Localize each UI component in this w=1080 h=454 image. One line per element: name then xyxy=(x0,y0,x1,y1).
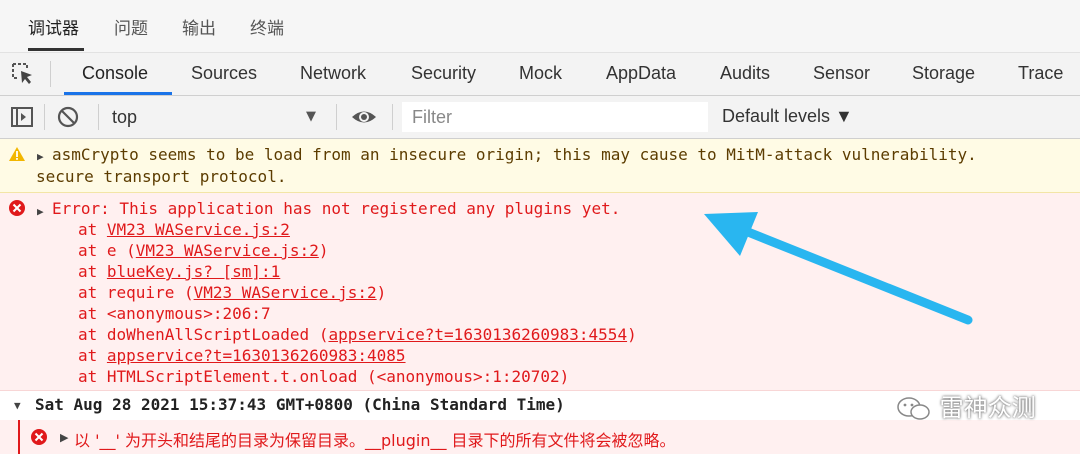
watermark-logo: 雷神众测 xyxy=(896,388,1036,423)
stack-frame-link[interactable]: appservice?t=1630136260983:4085 xyxy=(107,346,406,365)
filter-input[interactable] xyxy=(402,102,708,132)
devtools-panel-tabs: Console Sources Network Security Mock Ap… xyxy=(0,53,1080,96)
tab-debugger[interactable]: 调试器 xyxy=(28,14,79,39)
group-error-text: 以 '__' 为开头和结尾的目录为保留目录。__plugin__ 目录下的所有文… xyxy=(74,431,676,450)
clear-console-icon[interactable] xyxy=(56,105,80,129)
stack-frame: at HTMLScriptElement.t.onload (<anonymou… xyxy=(78,367,570,386)
eye-icon[interactable] xyxy=(350,105,378,129)
stack-frame: at <anonymous>:206:7 xyxy=(78,304,271,323)
stack-frame-link[interactable]: appservice?t=1630136260983:4554 xyxy=(328,325,627,344)
log-levels-dropdown[interactable]: Default levels ▼ xyxy=(722,106,853,127)
warning-text: asmCrypto seems to be load from an insec… xyxy=(52,145,977,164)
watermark-text: 雷神众测 xyxy=(939,394,1036,422)
stack-frame: at VM23 WAService.js:2 xyxy=(78,220,290,239)
tab-console[interactable]: Console xyxy=(82,63,148,84)
toolbar-divider xyxy=(50,61,51,87)
tab-terminal[interactable]: 终端 xyxy=(250,14,284,39)
warning-icon xyxy=(8,146,26,162)
stack-frame: at blueKey.js? [sm]:1 xyxy=(78,262,281,281)
tab-audits[interactable]: Audits xyxy=(720,63,770,84)
stack-frame: at appservice?t=1630136260983:4085 xyxy=(78,346,406,365)
toolbar-divider xyxy=(44,104,45,130)
toolbar-divider xyxy=(392,104,393,130)
tab-mock[interactable]: Mock xyxy=(519,63,562,84)
stack-frame-link[interactable]: VM23 WAService.js:2 xyxy=(136,241,319,260)
context-selector[interactable]: top xyxy=(112,107,137,128)
active-tab-indicator xyxy=(28,48,84,51)
active-panel-indicator xyxy=(64,92,172,95)
group-error-message: ▶ 以 '__' 为开头和结尾的目录为保留目录。__plugin__ 目录下的所… xyxy=(0,420,1080,454)
tab-security[interactable]: Security xyxy=(411,63,476,84)
stack-frame: at require (VM23 WAService.js:2) xyxy=(78,283,387,302)
stack-frame-link[interactable]: blueKey.js? [sm]:1 xyxy=(107,262,280,281)
group-indent-bar xyxy=(18,420,20,454)
stack-frame-link[interactable]: VM23 WAService.js:2 xyxy=(194,283,377,302)
stack-frame: at e (VM23 WAService.js:2) xyxy=(78,241,329,260)
tab-network[interactable]: Network xyxy=(300,63,366,84)
collapse-triangle-icon[interactable]: ▼ xyxy=(14,399,21,412)
toolbar-divider xyxy=(98,104,99,130)
stack-frame: at doWhenAllScriptLoaded (appservice?t=1… xyxy=(78,325,637,344)
inspect-element-icon[interactable] xyxy=(10,61,36,87)
error-icon xyxy=(8,199,26,217)
error-icon xyxy=(30,428,48,446)
tab-output[interactable]: 输出 xyxy=(182,14,216,39)
wechat-icon xyxy=(896,396,932,422)
console-toolbar: top ▼ Default levels ▼ xyxy=(0,96,1080,139)
tab-appdata[interactable]: AppData xyxy=(606,63,676,84)
toolbar-divider xyxy=(336,104,337,130)
error-text: Error: This application has not register… xyxy=(52,199,621,218)
console-warning-message: ▶ asmCrypto seems to be load from an ins… xyxy=(0,139,1080,193)
tab-sensor[interactable]: Sensor xyxy=(813,63,870,84)
annotation-arrow xyxy=(704,212,973,325)
warning-text-continued: secure transport protocol. xyxy=(36,167,287,186)
tab-storage[interactable]: Storage xyxy=(912,63,975,84)
expand-triangle-icon[interactable]: ▶ xyxy=(37,146,44,167)
tab-sources[interactable]: Sources xyxy=(191,63,257,84)
group-timestamp: Sat Aug 28 2021 15:37:43 GMT+0800 (China… xyxy=(35,395,565,414)
sidebar-toggle-icon[interactable] xyxy=(10,105,34,129)
tab-trace[interactable]: Trace xyxy=(1018,63,1063,84)
stack-frame-link[interactable]: VM23 WAService.js:2 xyxy=(107,220,290,239)
expand-triangle-icon[interactable]: ▶ xyxy=(37,201,44,222)
editor-top-tabs: 调试器 问题 输出 终端 xyxy=(0,0,1080,53)
tab-problems[interactable]: 问题 xyxy=(114,14,148,39)
chevron-down-icon[interactable]: ▼ xyxy=(306,109,316,124)
expand-triangle-icon[interactable]: ▶ xyxy=(60,431,68,444)
